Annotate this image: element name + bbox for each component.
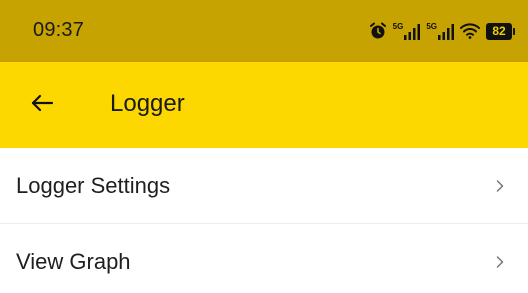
status-time: 09:37 — [33, 19, 85, 41]
chevron-right-icon — [495, 255, 505, 269]
wifi-icon — [460, 23, 480, 39]
battery-icon: 82 — [486, 22, 515, 40]
signal-5g-icon: 5G — [426, 22, 454, 40]
settings-list: Logger Settings View Graph — [0, 148, 528, 293]
list-item-label: Logger Settings — [16, 172, 171, 198]
back-button[interactable] — [24, 87, 60, 123]
chevron-right-icon — [495, 179, 505, 193]
status-bar: 09:37 5G 5G 82 — [0, 0, 528, 62]
screen: 09:37 5G 5G 82 Logger Logger Settings Vi… — [0, 0, 528, 293]
arrow-back-icon — [31, 94, 54, 117]
page-title: Logger — [110, 90, 185, 117]
signal-5g-icon: 5G — [393, 22, 421, 40]
signal-1-label: 5G — [392, 22, 404, 31]
battery-level: 82 — [492, 24, 506, 38]
list-item-logger-settings[interactable]: Logger Settings — [0, 148, 528, 223]
signal-2-label: 5G — [426, 22, 437, 31]
app-bar: Logger — [0, 62, 528, 148]
status-icons: 5G 5G 82 — [369, 19, 515, 43]
list-item-label: View Graph — [16, 248, 131, 274]
list-item-view-graph[interactable]: View Graph — [0, 223, 528, 293]
alarm-icon — [369, 22, 387, 40]
